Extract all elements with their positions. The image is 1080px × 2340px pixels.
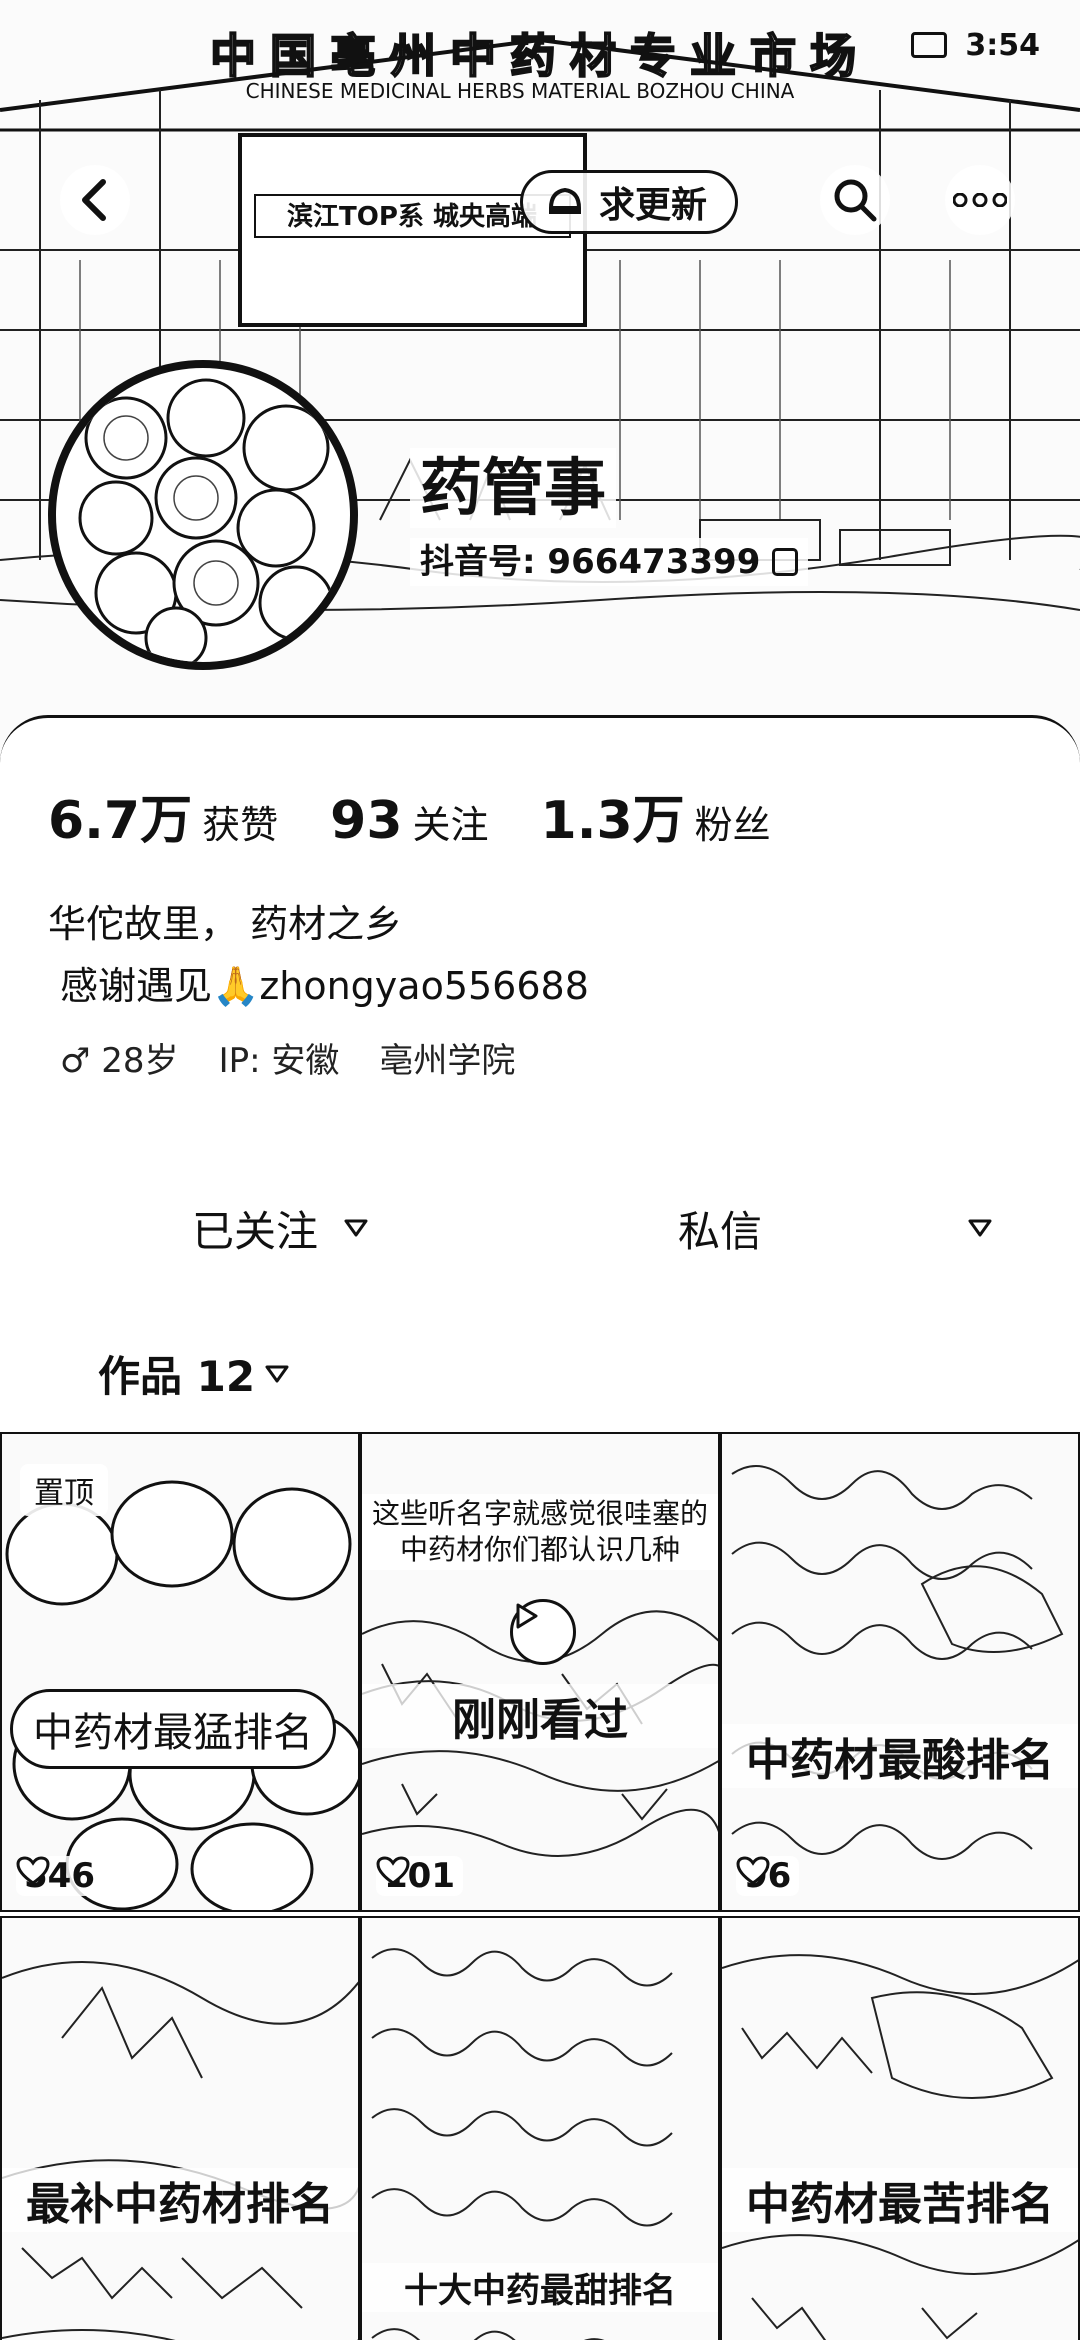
top-nav: 求更新 xyxy=(0,165,1080,245)
search-icon xyxy=(834,179,877,222)
stat-number: 1.3万 xyxy=(540,791,685,851)
douyin-id-text: 抖音号: 966473399 xyxy=(420,542,761,582)
video-title: 中药材最猛排名 xyxy=(10,1689,336,1769)
request-update-button[interactable]: 求更新 xyxy=(520,170,739,234)
recently-watched-label: 刚刚看过 xyxy=(362,1684,718,1748)
battery-icon xyxy=(911,32,948,58)
message-button[interactable]: 私信 xyxy=(560,1178,880,1278)
heart-icon xyxy=(376,1856,410,1885)
bio-line-1: 华佗故里， 药材之乡 xyxy=(48,902,403,946)
request-update-label: 求更新 xyxy=(599,185,708,226)
stat-number: 6.7万 xyxy=(48,791,193,851)
video-tile[interactable]: 最补中药材排名 xyxy=(0,1916,360,2340)
video-tile[interactable]: 十大中药最甜排名 xyxy=(360,1916,720,2340)
ip-location-tag: IP: 安徽 xyxy=(218,1041,340,1081)
douyin-id[interactable]: 抖音号: 966473399 xyxy=(410,538,809,586)
bell-hand-icon xyxy=(548,187,582,214)
video-tile[interactable]: 这些听名字就感觉很哇塞的中药材你们都认识几种 刚刚看过 101 xyxy=(360,1432,720,1912)
action-row: 已关注 私信 xyxy=(0,1178,1080,1288)
heart-icon xyxy=(16,1856,50,1885)
search-button[interactable] xyxy=(820,165,890,235)
chevron-down-icon xyxy=(265,1365,289,1382)
stat-label: 获赞 xyxy=(202,803,279,847)
bio-line-2: 感谢遇见🙏zhongyao556688 xyxy=(60,964,589,1008)
stats-row: 6.7万 获赞 93 关注 1.3万 粉丝 xyxy=(48,778,823,853)
stat-likes[interactable]: 6.7万 获赞 xyxy=(48,778,278,853)
stat-label: 关注 xyxy=(412,803,489,847)
chevron-down-icon xyxy=(968,1219,992,1237)
video-grid: 置顶 中药材最猛排名 546 这些听名字就感觉很哇塞的中药材你们都认识几种 刚刚… xyxy=(0,1432,1080,2340)
video-thumbnail xyxy=(722,1954,1078,2340)
like-count: 546 xyxy=(16,1856,103,1896)
back-button[interactable] xyxy=(60,165,130,235)
profile-name: 药管事 xyxy=(410,448,617,528)
play-icon xyxy=(510,1599,576,1665)
video-title: 中药材最苦排名 xyxy=(722,2168,1078,2232)
video-tile[interactable]: 中药材最苦排名 xyxy=(720,1916,1080,2340)
school-tag: 亳州学院 xyxy=(379,1041,516,1081)
chevron-down-icon xyxy=(344,1219,368,1237)
message-label: 私信 xyxy=(677,1206,762,1256)
profile-banner: 滨江TOP系 城央高端 中国亳州中药材专业市场 CHINESE MEDICINA… xyxy=(0,0,1080,760)
gender-age-tag: ♂ 28岁 xyxy=(60,1041,179,1081)
pinned-badge: 置顶 xyxy=(20,1464,108,1516)
status-bar: 3:54 xyxy=(0,0,1080,90)
meta-tags: ♂ 28岁 IP: 安徽 亳州学院 xyxy=(60,1033,515,1082)
bio: 华佗故里， 药材之乡 感谢遇见🙏zhongyao556688 xyxy=(48,893,589,1017)
tab-works[interactable]: 作品 12 xyxy=(98,1343,289,1404)
stat-following[interactable]: 93 关注 xyxy=(330,791,488,851)
status-time: 3:54 xyxy=(965,27,1040,63)
avatar[interactable] xyxy=(48,360,358,670)
back-arrow-icon xyxy=(82,179,106,221)
works-tab-label: 作品 12 xyxy=(98,1352,256,1401)
video-tile[interactable]: 中药材最酸排名 96 xyxy=(720,1432,1080,1912)
video-tile[interactable]: 置顶 中药材最猛排名 546 xyxy=(0,1432,360,1912)
video-title: 最补中药材排名 xyxy=(2,2168,358,2232)
video-thumbnail xyxy=(731,1465,1064,1860)
more-button[interactable] xyxy=(945,165,1015,235)
copy-icon[interactable] xyxy=(772,548,799,576)
recommend-dropdown-button[interactable] xyxy=(940,1178,1020,1278)
stat-followers[interactable]: 1.3万 粉丝 xyxy=(541,778,771,853)
avatar-image xyxy=(78,378,334,662)
video-title: 十大中药最甜排名 xyxy=(362,2263,718,2312)
video-caption: 这些听名字就感觉很哇塞的中药材你们都认识几种 xyxy=(362,1494,718,1570)
video-title: 中药材最酸排名 xyxy=(722,1724,1078,1788)
stat-number: 93 xyxy=(330,791,403,851)
heart-icon xyxy=(736,1856,770,1885)
followed-button[interactable]: 已关注 xyxy=(60,1178,500,1278)
like-count: 96 xyxy=(736,1856,800,1896)
like-count: 101 xyxy=(376,1856,463,1896)
video-thumbnail xyxy=(2,1961,358,2340)
stat-label: 粉丝 xyxy=(694,803,771,847)
followed-label: 已关注 xyxy=(191,1206,318,1256)
more-dots-icon xyxy=(953,193,1007,207)
